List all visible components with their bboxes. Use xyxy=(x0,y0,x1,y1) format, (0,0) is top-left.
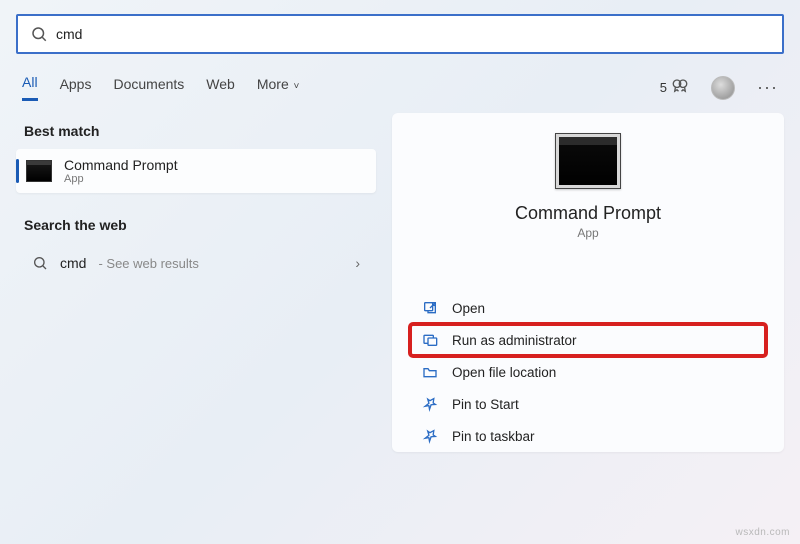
pin-icon xyxy=(422,428,438,444)
tab-all[interactable]: All xyxy=(22,74,38,101)
pin-icon xyxy=(422,396,438,412)
search-input[interactable] xyxy=(56,26,782,42)
action-label: Open xyxy=(452,301,485,316)
result-subtitle: App xyxy=(64,173,178,185)
command-prompt-icon xyxy=(555,133,621,189)
web-hint: - See web results xyxy=(98,256,198,271)
actions-list: Open Run as administrator Open file loca… xyxy=(404,292,772,452)
best-match-label: Best match xyxy=(24,123,368,139)
result-command-prompt[interactable]: Command Prompt App xyxy=(16,149,376,193)
preview-subtitle: App xyxy=(404,226,772,240)
search-bar[interactable] xyxy=(16,14,784,54)
admin-icon xyxy=(422,332,438,348)
result-title: Command Prompt xyxy=(64,157,178,173)
results-panel: Best match Command Prompt App Search the… xyxy=(16,113,376,452)
reward-indicator[interactable]: 5 xyxy=(660,77,689,98)
action-label: Pin to Start xyxy=(452,397,519,412)
medal-icon xyxy=(671,77,689,98)
action-open[interactable]: Open xyxy=(410,292,766,324)
action-run-as-administrator[interactable]: Run as administrator xyxy=(410,324,766,356)
preview-title: Command Prompt xyxy=(404,203,772,224)
watermark: wsxdn.com xyxy=(735,527,790,538)
search-web-label: Search the web xyxy=(24,217,368,233)
tab-apps[interactable]: Apps xyxy=(60,76,92,100)
tabs-row: All Apps Documents Web More ˅ 5 ··· xyxy=(0,60,800,105)
chevron-down-icon: ˅ xyxy=(291,81,300,92)
more-options-button[interactable]: ··· xyxy=(757,77,778,98)
action-label: Pin to taskbar xyxy=(452,429,535,444)
tab-documents[interactable]: Documents xyxy=(113,76,184,100)
open-icon xyxy=(422,300,438,316)
tab-more[interactable]: More ˅ xyxy=(257,76,300,100)
action-label: Run as administrator xyxy=(452,333,577,348)
action-pin-to-start[interactable]: Pin to Start xyxy=(410,388,766,420)
command-prompt-icon xyxy=(26,160,52,182)
search-icon xyxy=(32,255,48,271)
search-icon xyxy=(30,25,48,43)
tab-web[interactable]: Web xyxy=(206,76,235,100)
reward-count: 5 xyxy=(660,80,667,95)
web-result-cmd[interactable]: cmd - See web results › xyxy=(16,243,376,283)
preview-panel: Command Prompt App Open Run as administr… xyxy=(392,113,784,452)
avatar[interactable] xyxy=(711,76,735,100)
chevron-right-icon: › xyxy=(355,255,360,271)
action-pin-to-taskbar[interactable]: Pin to taskbar xyxy=(410,420,766,452)
folder-icon xyxy=(422,364,438,380)
action-open-file-location[interactable]: Open file location xyxy=(410,356,766,388)
action-label: Open file location xyxy=(452,365,556,380)
web-query: cmd xyxy=(60,255,86,271)
